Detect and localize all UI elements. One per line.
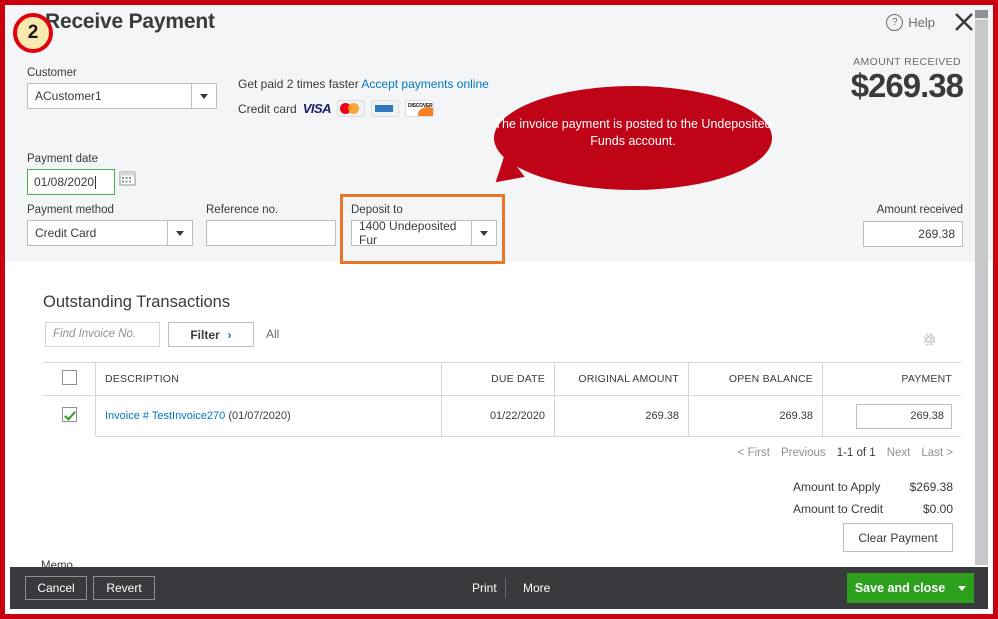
totals-block: Amount to Apply $269.38 Amount to Credit…: [793, 480, 953, 524]
row-due-date: 01/22/2020: [442, 396, 555, 437]
column-due-date: DUE DATE: [442, 363, 555, 396]
chevron-down-icon: [176, 231, 184, 236]
chevron-down-icon[interactable]: [958, 586, 966, 591]
table-header: DESCRIPTION DUE DATE ORIGINAL AMOUNT OPE…: [43, 363, 961, 396]
section-title: Outstanding Transactions: [43, 293, 230, 312]
customer-field-group: Customer ACustomer1: [27, 67, 217, 109]
amount-to-credit-label: Amount to Credit: [793, 502, 883, 516]
mastercard-logo: [337, 100, 365, 117]
accept-payments-online-link[interactable]: Accept payments online: [361, 77, 488, 91]
title-bar: Receive Payment ? Help: [5, 5, 993, 43]
reference-no-label: Reference no.: [206, 204, 336, 216]
amount-to-apply-label: Amount to Apply: [793, 480, 880, 494]
pagination-first[interactable]: < First: [738, 447, 770, 459]
select-all-checkbox[interactable]: [62, 370, 77, 385]
deposit-to-highlight-box: [340, 194, 505, 264]
footer-toolbar: Cancel Revert Print More Save and close: [10, 567, 988, 609]
all-filter-label[interactable]: All: [266, 327, 279, 341]
customer-select[interactable]: ACustomer1: [27, 83, 217, 109]
chevron-down-icon: [200, 94, 208, 99]
credit-card-label: Credit card: [238, 102, 297, 116]
pagination: < First Previous 1-1 of 1 Next Last >: [738, 447, 953, 459]
amex-logo: [371, 100, 399, 117]
scrollbar-thumb[interactable]: [975, 10, 988, 18]
amount-to-apply-value: $269.38: [910, 480, 953, 494]
chevron-right-icon: ›: [228, 328, 232, 342]
page-title: Receive Payment: [45, 10, 215, 34]
cancel-button[interactable]: Cancel: [25, 576, 87, 600]
customer-label: Customer: [27, 67, 217, 79]
payment-method-value[interactable]: Credit Card: [27, 220, 167, 246]
help-button[interactable]: ? Help: [886, 14, 935, 31]
column-open-balance: OPEN BALANCE: [689, 363, 823, 396]
filter-button[interactable]: Filter ›: [168, 322, 254, 347]
vertical-scrollbar[interactable]: [975, 10, 988, 565]
row-select-cell[interactable]: [43, 396, 96, 437]
close-icon[interactable]: [952, 10, 976, 34]
invoice-link[interactable]: Invoice # TestInvoice270: [105, 410, 225, 422]
revert-button[interactable]: Revert: [93, 576, 155, 600]
payment-method-label: Payment method: [27, 204, 193, 216]
payment-method-select[interactable]: Credit Card: [27, 220, 193, 246]
receive-payment-window: Receive Payment ? Help Customer ACustome…: [0, 0, 998, 619]
customer-value[interactable]: ACustomer1: [27, 83, 191, 109]
gear-icon[interactable]: [919, 330, 938, 354]
row-original-amount: 269.38: [555, 396, 689, 437]
amount-to-credit-value: $0.00: [923, 502, 953, 516]
column-description: DESCRIPTION: [96, 363, 442, 396]
column-original-amount: ORIGINAL AMOUNT: [555, 363, 689, 396]
print-button[interactable]: Print: [472, 581, 497, 595]
find-invoice-input[interactable]: Find Invoice No.: [45, 322, 160, 347]
pagination-last[interactable]: Last >: [921, 447, 953, 459]
amount-to-credit-row: Amount to Credit $0.00: [793, 502, 953, 516]
question-circle-icon: ?: [886, 14, 903, 31]
payment-date-input[interactable]: 01/08/2020: [27, 169, 115, 195]
promo-text: Get paid 2 times faster Accept payments …: [238, 77, 489, 91]
pagination-previous[interactable]: Previous: [781, 447, 826, 459]
amount-received-total: $269.38: [851, 67, 963, 105]
callout-bubble: The invoice payment is posted to the Und…: [494, 86, 772, 190]
row-description-cell: Invoice # TestInvoice270 (01/07/2020): [96, 396, 442, 437]
customer-dropdown-button[interactable]: [191, 83, 217, 109]
row-payment-input[interactable]: 269.38: [856, 404, 952, 429]
outstanding-transactions-section: Outstanding Transactions Find Invoice No…: [5, 262, 993, 570]
amount-received-input[interactable]: 269.38: [863, 221, 963, 247]
credit-card-row: Credit card VISA DISCOVER: [238, 100, 434, 117]
payment-date-label: Payment date: [27, 153, 127, 165]
row-open-balance: 269.38: [689, 396, 823, 437]
payment-date-group: Payment date 01/08/2020: [27, 153, 127, 195]
pagination-next[interactable]: Next: [887, 447, 911, 459]
table-body: Invoice # TestInvoice270 (01/07/2020) 01…: [43, 396, 961, 437]
visa-logo: VISA: [303, 101, 331, 116]
discover-logo: DISCOVER: [405, 100, 434, 117]
reference-no-group: Reference no.: [206, 204, 336, 246]
transactions-table: DESCRIPTION DUE DATE ORIGINAL AMOUNT OPE…: [43, 362, 961, 437]
promo-label: Get paid 2 times faster: [238, 77, 361, 91]
amount-received-field-label: Amount received: [877, 204, 963, 216]
payment-method-dropdown-button[interactable]: [167, 220, 193, 246]
step-number-badge: 2: [13, 13, 53, 53]
row-payment-cell: 269.38: [823, 396, 962, 437]
save-and-close-label: Save and close: [855, 581, 945, 595]
clear-payment-button[interactable]: Clear Payment: [843, 523, 953, 552]
footer-divider: [505, 578, 506, 598]
reference-no-input[interactable]: [206, 220, 336, 246]
help-label: Help: [908, 15, 935, 30]
pagination-current: 1-1 of 1: [837, 447, 876, 459]
table-header-row: DESCRIPTION DUE DATE ORIGINAL AMOUNT OPE…: [43, 363, 961, 396]
invoice-date: (01/07/2020): [228, 410, 290, 422]
save-and-close-button[interactable]: Save and close: [847, 573, 974, 603]
row-checkbox[interactable]: [62, 407, 77, 422]
discover-label: DISCOVER: [408, 103, 433, 109]
more-button[interactable]: More: [523, 581, 550, 595]
select-all-header[interactable]: [43, 363, 96, 396]
calendar-icon[interactable]: [119, 169, 136, 186]
payment-method-group: Payment method Credit Card: [27, 204, 193, 246]
amount-to-apply-row: Amount to Apply $269.38: [793, 480, 953, 494]
filter-label: Filter: [190, 328, 219, 342]
payment-date-value: 01/08/2020: [34, 175, 94, 189]
table-row: Invoice # TestInvoice270 (01/07/2020) 01…: [43, 396, 961, 437]
column-payment: PAYMENT: [823, 363, 962, 396]
callout-text: The invoice payment is posted to the Und…: [494, 116, 772, 150]
